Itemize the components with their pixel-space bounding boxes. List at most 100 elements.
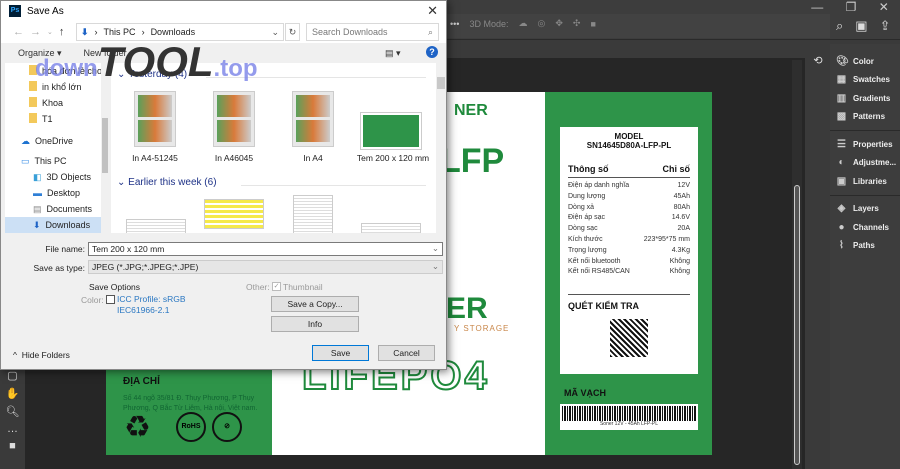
panel-label: Patterns — [853, 112, 886, 122]
history-icon[interactable]: ⟲ — [806, 54, 830, 67]
save-button[interactable]: Save — [312, 345, 369, 361]
slide-icon[interactable]: ✣ — [573, 18, 581, 29]
breadcrumb-downloads[interactable]: Downloads — [151, 27, 196, 37]
file-name-input[interactable]: Tem 200 x 120 mm ⌄ — [88, 242, 443, 256]
pan-icon[interactable]: ✥ — [555, 18, 563, 29]
channels-icon: ● — [838, 221, 845, 233]
spec-value: 80Ah — [673, 203, 690, 211]
no-dispose-icon: ⊘ — [212, 412, 242, 442]
close-icon[interactable]: ✕ — [427, 3, 438, 19]
file-thumb[interactable] — [213, 91, 255, 147]
icc-profile-label[interactable]: ICC Profile: sRGB — [117, 294, 186, 304]
file-thumb[interactable] — [292, 91, 334, 147]
panel-label: Gradients — [853, 93, 891, 103]
roll-icon[interactable]: ◎ — [537, 18, 545, 29]
breadcrumb-this-pc[interactable]: This PC — [104, 27, 136, 37]
thumbnail-checkbox[interactable]: ✓ — [272, 282, 281, 291]
file-thumb[interactable] — [360, 112, 422, 150]
share-icon[interactable]: ⇪ — [880, 18, 891, 34]
zoom-tool-icon[interactable]: 🔍︎ — [6, 405, 20, 418]
info-button[interactable]: Info — [271, 316, 359, 332]
color-label: Color: — [81, 295, 104, 305]
panel-paths[interactable]: ⌇ Paths — [830, 237, 900, 256]
nav-item-downloads[interactable]: ⬇ Downloads — [5, 217, 109, 233]
nav-item-khoa[interactable]: Khoa — [5, 95, 109, 111]
file-name[interactable]: Tem 200 x 120 mm — [351, 153, 435, 163]
spec-param: Trọng lượng — [568, 246, 607, 254]
panel-libraries[interactable]: ▣ Libraries — [830, 172, 900, 191]
navigation-bar: ← → ⌄ ↑ ⬇ › This PC › Downloads ⌄ ↻ Search… — [1, 21, 446, 43]
nav-item-in-kh-l-n[interactable]: in khổ lớn — [5, 79, 109, 95]
hand-tool-icon[interactable]: ✋ — [6, 387, 20, 400]
back-icon[interactable]: ← — [13, 26, 24, 38]
spec-row: Kích thước 223*95*75 mm — [568, 235, 690, 246]
chevron-down-icon[interactable]: ⌄ — [271, 27, 279, 38]
help-icon[interactable]: ? — [426, 46, 438, 58]
file-list: ⌄ Yesterday (4) In A4-51245 In A46045 In… — [111, 63, 436, 233]
panel-gradients[interactable]: ▥ Gradients — [830, 89, 900, 108]
save-as-dialog: Ps Save As ✕ ← → ⌄ ↑ ⬇ › This PC › Downloa… — [0, 0, 447, 370]
file-name[interactable]: In A46045 — [194, 153, 274, 163]
param-header: Thông số — [568, 164, 609, 174]
3d-icon: ◧ — [33, 171, 42, 182]
file-thumb[interactable] — [204, 199, 264, 229]
file-name[interactable]: In A4-51245 — [115, 153, 195, 163]
up-icon[interactable]: ↑ — [59, 26, 65, 38]
recent-icon[interactable]: ⌄ — [47, 28, 53, 36]
icc-profile-checkbox[interactable] — [106, 295, 115, 304]
spec-row: Điện áp sạc 14.6V — [568, 213, 690, 224]
file-name[interactable]: In A4 — [273, 153, 353, 163]
nav-item-label: Downloads — [45, 220, 91, 230]
hide-folders-button[interactable]: ^ Hide Folders — [13, 350, 70, 360]
organize-button[interactable]: Organize ▾ — [18, 48, 62, 59]
file-thumb[interactable] — [134, 91, 176, 147]
address-heading: ĐỊA CHỈ — [123, 376, 160, 387]
panel-channels[interactable]: ● Channels — [830, 218, 900, 237]
canvas-scrollbar[interactable] — [792, 60, 802, 469]
other-label: Other: — [246, 282, 270, 292]
file-thumb[interactable] — [361, 223, 421, 233]
search-icon[interactable]: ⌕ — [836, 18, 843, 34]
panel-color[interactable]: 🎨︎ Color — [830, 52, 900, 71]
new-folder-button[interactable]: New folder — [84, 48, 127, 58]
camera-icon[interactable]: ■ — [590, 19, 595, 29]
nav-scrollbar[interactable] — [101, 63, 109, 233]
color-swatch-icon[interactable]: ■ — [9, 440, 16, 452]
panel-layers[interactable]: ◈ Layers — [830, 200, 900, 219]
forward-icon[interactable]: → — [30, 26, 41, 38]
group-earlier-this-week[interactable]: ⌄ Earlier this week (6) — [117, 177, 217, 188]
spec-param: Kết nối bluetooth — [568, 257, 621, 265]
file-thumb[interactable] — [293, 195, 333, 233]
search-input[interactable]: Search Downloads ⌕ — [306, 23, 439, 41]
panel-swatches[interactable]: ▦ Swatches — [830, 71, 900, 90]
nav-item-3d-objects[interactable]: ◧ 3D Objects — [5, 169, 109, 185]
save-a-copy-button[interactable]: Save a Copy... — [271, 296, 359, 312]
panel-patterns[interactable]: ▩ Patterns — [830, 108, 900, 127]
barcode-label: MÃ VẠCH — [564, 388, 606, 398]
more-tools-icon[interactable]: … — [7, 423, 18, 435]
workspace-icon[interactable]: ▣ — [855, 18, 867, 34]
orbit-icon[interactable]: ☁ — [518, 18, 527, 29]
nav-item-onedrive[interactable]: ☁ OneDrive — [5, 133, 109, 149]
minimize-button[interactable]: — — [811, 0, 823, 16]
3d-mode-options: ••• 3D Mode: ☁ ◎ ✥ ✣ ■ — [450, 18, 596, 29]
nav-item-documents[interactable]: ▤ Documents — [5, 201, 109, 217]
save-type-select[interactable]: JPEG (*.JPG;*.JPEG;*.JPE) ⌄ — [88, 260, 443, 274]
nav-item-h-a-n-l-cho-k[interactable]: hóa đơn lẻ cho k — [5, 63, 109, 79]
panel-adjustme[interactable]: ◐ Adjustme... — [830, 154, 900, 173]
cancel-button[interactable]: Cancel — [378, 345, 435, 361]
more-options[interactable]: ••• — [450, 19, 459, 29]
restore-button[interactable]: ❐ — [846, 0, 857, 16]
view-options-icon[interactable]: ▤ ▾ — [385, 48, 401, 59]
nav-item-t1[interactable]: T1 — [5, 111, 109, 127]
nav-item-this-pc[interactable]: ▭ This PC — [5, 153, 109, 169]
file-list-scrollbar[interactable] — [436, 63, 446, 233]
refresh-icon[interactable]: ↻ — [285, 23, 300, 41]
address-bar[interactable]: ⬇ › This PC › Downloads ⌄ — [76, 23, 284, 41]
group-yesterday[interactable]: ⌄ Yesterday (4) — [117, 69, 187, 80]
nav-item-desktop[interactable]: ▬ Desktop — [5, 185, 109, 201]
nav-item-label: Khoa — [42, 98, 64, 108]
close-window-button[interactable]: ✕ — [879, 0, 889, 16]
file-thumb[interactable] — [126, 219, 186, 233]
panel-properties[interactable]: ☰ Properties — [830, 135, 900, 154]
